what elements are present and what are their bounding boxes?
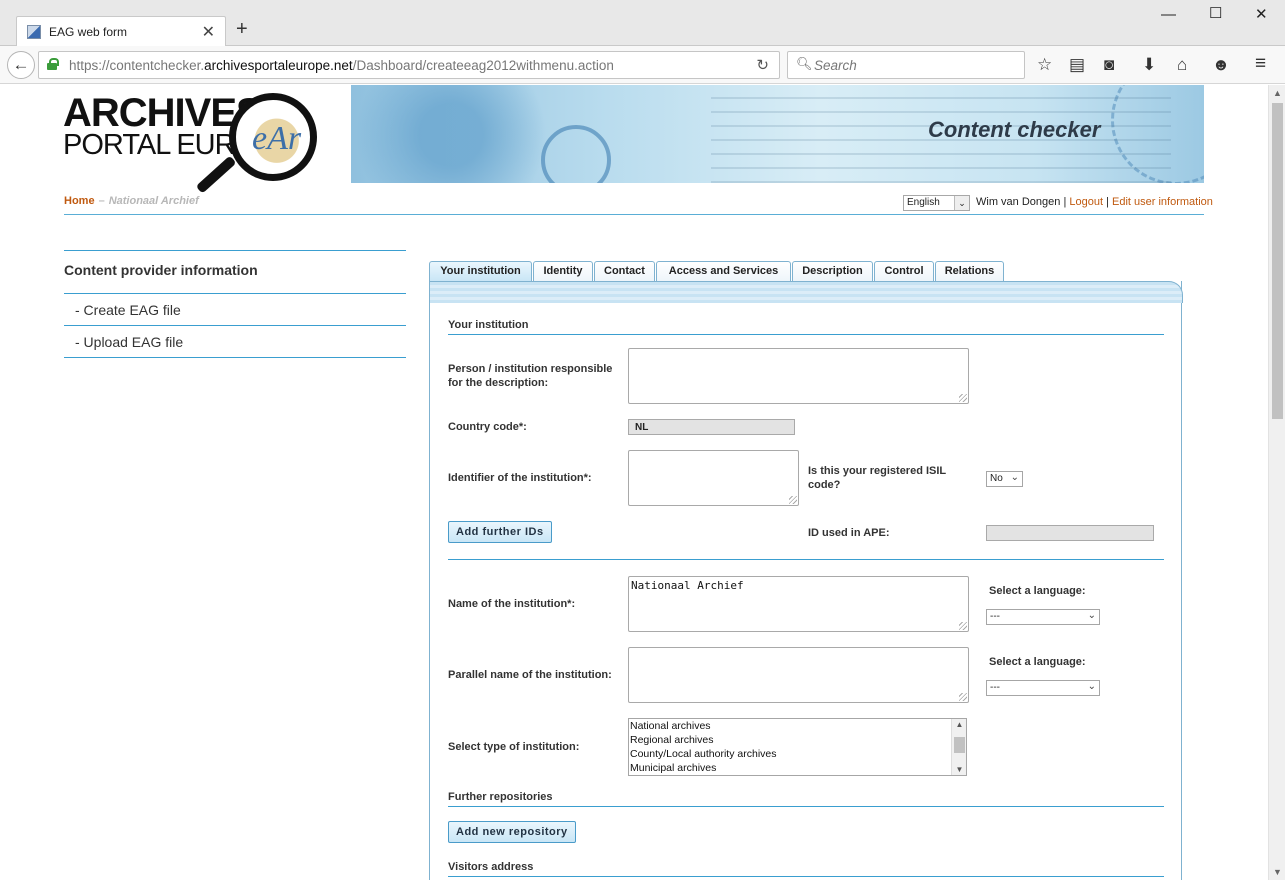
browser-tab[interactable]: EAG web form ✕ bbox=[16, 16, 226, 47]
person-responsible-textarea[interactable] bbox=[628, 348, 969, 404]
hamburger-menu-icon[interactable]: ≡ bbox=[1255, 53, 1266, 75]
address-bar[interactable]: https://contentchecker.archivesportaleur… bbox=[38, 51, 780, 79]
id-used-in-ape-field bbox=[986, 525, 1154, 541]
identifier-label: Identifier of the institution*: bbox=[448, 472, 592, 484]
search-icon: 🔍︎ bbox=[796, 56, 813, 71]
sidebar-item-upload-eag[interactable]: - Upload EAG file bbox=[64, 326, 406, 357]
parallel-language-select[interactable]: --- ⌄ bbox=[986, 680, 1100, 696]
identifier-textarea[interactable] bbox=[628, 450, 799, 506]
isil-question-label: Is this your registered ISIL code? bbox=[808, 465, 946, 491]
chevron-down-icon: ⌄ bbox=[954, 196, 969, 210]
scroll-down-icon[interactable]: ▼ bbox=[1269, 864, 1285, 880]
maximize-window-icon[interactable]: ☐ bbox=[1209, 4, 1222, 22]
page-viewport: ARCHIVES PORTAL EUROPE eAr Content check… bbox=[0, 85, 1268, 880]
search-placeholder: Search bbox=[814, 58, 857, 73]
country-code-field: NL bbox=[628, 419, 795, 435]
section-visitors-address: Visitors address bbox=[448, 861, 1164, 877]
add-further-ids-button[interactable]: Add further IDs bbox=[448, 521, 552, 543]
user-name: Wim van Dongen bbox=[976, 196, 1061, 208]
list-item[interactable]: National archives bbox=[629, 719, 966, 733]
tab-relations[interactable]: Relations bbox=[935, 261, 1004, 281]
reload-icon[interactable]: ↻ bbox=[756, 56, 769, 74]
id-used-in-ape-label: ID used in APE: bbox=[808, 527, 890, 539]
list-item[interactable]: County/Local authority archives bbox=[629, 747, 966, 761]
add-new-repository-button[interactable]: Add new repository bbox=[448, 821, 576, 843]
breadcrumb-current: Nationaal Archief bbox=[108, 195, 199, 207]
logout-link[interactable]: Logout bbox=[1069, 196, 1103, 208]
url-text[interactable]: https://contentchecker.archivesportaleur… bbox=[69, 58, 614, 73]
archives-portal-europe-logo[interactable]: ARCHIVES PORTAL EUROPE eAr bbox=[63, 93, 333, 199]
resize-grip-icon[interactable] bbox=[959, 622, 967, 630]
person-responsible-label: Person / institution responsible for the… bbox=[448, 363, 613, 389]
scroll-up-icon[interactable]: ▲ bbox=[1269, 85, 1285, 101]
parallel-language-label: Select a language: bbox=[989, 656, 1086, 668]
tab-identity[interactable]: Identity bbox=[533, 261, 593, 281]
bookmark-star-icon[interactable]: ☆ bbox=[1037, 55, 1052, 75]
reading-list-icon[interactable]: ▤ bbox=[1069, 55, 1085, 75]
form-header-stripe bbox=[430, 281, 1183, 303]
breadcrumb: Home – Nationaal Archief bbox=[64, 195, 199, 207]
browser-tab-title: EAG web form bbox=[49, 25, 128, 39]
banner-title: Content checker bbox=[928, 117, 1101, 142]
close-window-icon[interactable]: ✕ bbox=[1255, 5, 1268, 23]
name-language-label: Select a language: bbox=[989, 585, 1086, 597]
resize-grip-icon[interactable] bbox=[789, 496, 797, 504]
new-tab-icon[interactable]: + bbox=[236, 18, 248, 41]
chevron-down-icon: ⌄ bbox=[1087, 610, 1096, 621]
institution-name-label: Name of the institution*: bbox=[448, 598, 576, 610]
list-item[interactable]: Regional archives bbox=[629, 733, 966, 747]
feedback-smiley-icon[interactable]: ☻ bbox=[1212, 55, 1230, 75]
tab-contact[interactable]: Contact bbox=[594, 261, 655, 281]
institution-name-textarea[interactable]: Nationaal Archief bbox=[628, 576, 969, 632]
magnifier-logo-icon: eAr bbox=[229, 93, 317, 181]
listbox-scrollbar[interactable]: ▲ ▼ bbox=[951, 719, 966, 775]
section-your-institution: Your institution bbox=[448, 319, 1164, 335]
parallel-name-textarea[interactable] bbox=[628, 647, 969, 703]
header-divider bbox=[64, 214, 1204, 215]
institution-type-label: Select type of institution: bbox=[448, 741, 580, 753]
chevron-down-icon: ⌄ bbox=[1087, 681, 1096, 692]
scrollbar-thumb[interactable] bbox=[1272, 103, 1283, 419]
resize-grip-icon[interactable] bbox=[959, 394, 967, 402]
home-icon[interactable]: ⌂ bbox=[1177, 55, 1187, 75]
edit-user-information-link[interactable]: Edit user information bbox=[1112, 196, 1213, 208]
language-select[interactable]: English ⌄ bbox=[903, 195, 970, 211]
isil-select[interactable]: No ⌄ bbox=[986, 471, 1023, 487]
parallel-name-label: Parallel name of the institution: bbox=[448, 669, 612, 681]
download-icon[interactable]: ⬇ bbox=[1142, 55, 1156, 75]
resize-grip-icon[interactable] bbox=[959, 693, 967, 701]
minimize-window-icon[interactable]: — bbox=[1161, 6, 1176, 23]
tab-your-institution[interactable]: Your institution bbox=[429, 261, 532, 281]
page-favicon-icon bbox=[27, 25, 41, 39]
chevron-down-icon: ⌄ bbox=[1010, 472, 1019, 483]
country-code-label: Country code*: bbox=[448, 421, 527, 433]
section-further-repositories: Further repositories bbox=[448, 791, 1164, 807]
browser-tab-strip: EAG web form ✕ + — ☐ ✕ bbox=[0, 0, 1285, 47]
page-scrollbar[interactable]: ▲ ▼ bbox=[1268, 85, 1285, 880]
sidebar-item-create-eag[interactable]: - Create EAG file bbox=[64, 294, 406, 325]
sidebar-heading: Content provider information bbox=[64, 262, 258, 278]
list-item[interactable]: Municipal archives bbox=[629, 761, 966, 775]
magnifier-handle bbox=[195, 155, 237, 194]
secure-lock-icon bbox=[47, 58, 59, 70]
pocket-icon[interactable]: ◙ bbox=[1104, 55, 1114, 75]
close-tab-icon[interactable]: ✕ bbox=[202, 22, 215, 42]
breadcrumb-home-link[interactable]: Home bbox=[64, 195, 95, 207]
browser-toolbar: ← https://contentchecker.archivesportale… bbox=[0, 46, 1285, 84]
search-input[interactable]: 🔍︎ Search bbox=[787, 51, 1025, 79]
tab-access-and-services[interactable]: Access and Services bbox=[656, 261, 791, 281]
back-button-icon[interactable]: ← bbox=[7, 51, 35, 79]
header-banner: Content checker bbox=[351, 85, 1204, 183]
tab-control[interactable]: Control bbox=[874, 261, 934, 281]
institution-type-listbox[interactable]: National archives Regional archives Coun… bbox=[628, 718, 967, 776]
sidebar: Content provider information - Create EA… bbox=[64, 250, 406, 358]
tab-description[interactable]: Description bbox=[792, 261, 873, 281]
your-institution-form: Your institution Person / institution re… bbox=[429, 281, 1183, 880]
name-language-select[interactable]: --- ⌄ bbox=[986, 609, 1100, 625]
